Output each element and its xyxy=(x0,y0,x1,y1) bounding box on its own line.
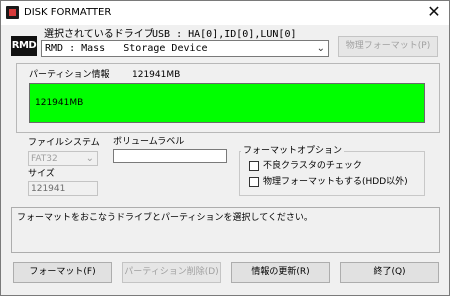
status-message-box: フォーマットをおこなうドライブとパーティションを選択してください。 xyxy=(11,207,440,253)
title-bar: DISK FORMATTER ✕ xyxy=(1,1,449,25)
volume-label-heading: ボリュームラベル xyxy=(113,137,185,147)
size-field-value: 121941 xyxy=(31,184,66,194)
drive-select-value: RMD : Mass Storage Device xyxy=(45,43,208,54)
partition-total-size: 121941MB xyxy=(132,70,181,80)
format-button[interactable]: フォーマット(F) xyxy=(13,262,112,283)
chevron-down-icon: ⌄ xyxy=(85,153,94,164)
partition-info-group: パーティション情報 121941MB 121941MB xyxy=(16,63,440,133)
bad-cluster-check-label: 不良クラスタのチェック xyxy=(263,161,362,171)
filesystem-label: ファイルシステム xyxy=(28,138,100,148)
refresh-info-button[interactable]: 情報の更新(R) xyxy=(231,262,330,283)
size-field: 121941 xyxy=(28,181,98,196)
filesystem-select-value: FAT32 xyxy=(31,154,58,164)
format-options-legend: フォーマットオプション xyxy=(241,145,345,157)
window-title: DISK FORMATTER xyxy=(24,7,112,18)
delete-partition-button[interactable]: パーティション削除(D) xyxy=(122,262,221,283)
partition-bar[interactable]: 121941MB xyxy=(29,83,425,123)
close-icon[interactable]: ✕ xyxy=(419,1,449,25)
bad-cluster-checkbox[interactable] xyxy=(249,161,259,171)
volume-label-input[interactable] xyxy=(113,149,227,163)
disk-formatter-window: DISK FORMATTER ✕ RMD 選択されているドライブ USB : H… xyxy=(0,0,450,296)
format-options-group xyxy=(239,151,425,196)
size-label: サイズ xyxy=(28,169,55,179)
physical-format-button[interactable]: 物理フォーマット(P) xyxy=(338,36,438,57)
app-icon xyxy=(6,6,19,19)
exit-button[interactable]: 終了(Q) xyxy=(340,262,439,283)
physical-format-checkbox[interactable] xyxy=(249,177,259,187)
drive-select-dropdown[interactable]: RMD : Mass Storage Device ⌄ xyxy=(41,40,329,57)
chevron-down-icon: ⌄ xyxy=(316,43,325,54)
partition-info-label: パーティション情報 xyxy=(29,70,110,80)
physical-format-option-label: 物理フォーマットもする(HDD以外) xyxy=(263,177,408,187)
partition-bar-size: 121941MB xyxy=(35,98,84,108)
status-message: フォーマットをおこなうドライブとパーティションを選択してください。 xyxy=(17,213,313,223)
filesystem-select[interactable]: FAT32 ⌄ xyxy=(28,151,98,166)
rmd-logo-icon: RMD xyxy=(11,36,37,56)
